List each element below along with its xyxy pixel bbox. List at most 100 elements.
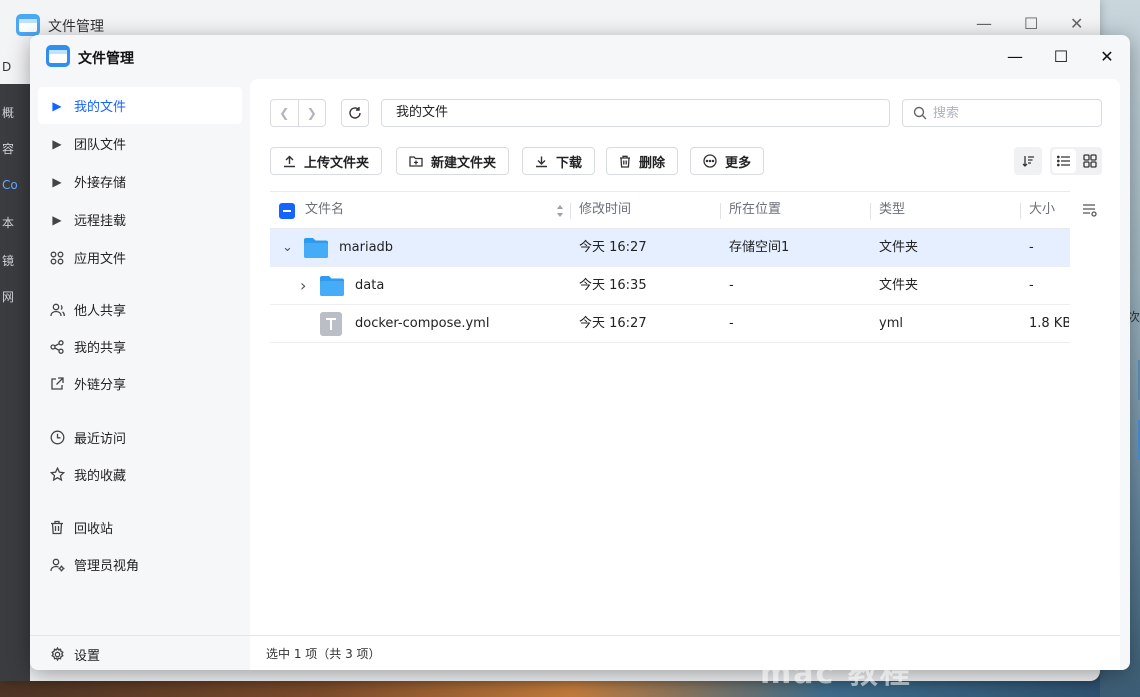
sidebar-item-label: 我的收藏: [74, 469, 127, 484]
trash-icon: [619, 155, 631, 168]
list-view-button[interactable]: [1052, 149, 1076, 173]
table-row[interactable]: ⌄ mariadb 今天 16:27 存储空间1 文件夹 -: [270, 229, 1070, 267]
search-icon: [913, 106, 927, 120]
file-type: 文件夹: [879, 240, 919, 255]
main-panel: ❮ ❯ 我的文件 上传文件夹 新建文件夹 下载 删除 更多: [250, 79, 1120, 670]
file-location: -: [729, 316, 734, 331]
window-titlebar[interactable]: 文件管理 — ☐ ✕: [30, 35, 1130, 79]
file-manager-window: 文件管理 — ☐ ✕ ▶ 我的文件 ▶ 团队文件 ▶ 外接存储 ▶ 远程挂载 应…: [30, 35, 1130, 670]
file-modified: 今天 16:27: [579, 316, 647, 331]
download-icon: [535, 155, 548, 168]
sort-button[interactable]: [1014, 147, 1042, 175]
background-sidebar-item[interactable]: 容: [0, 140, 30, 160]
file-modified: 今天 16:35: [579, 278, 647, 293]
sidebar-item-label: 他人共享: [74, 304, 127, 319]
background-close-button[interactable]: ✕: [1070, 14, 1083, 33]
file-manager-app-icon: [46, 45, 70, 67]
background-sidebar-item[interactable]: 本: [0, 214, 30, 234]
sidebar-item-recycle-bin[interactable]: 回收站: [38, 509, 242, 546]
sort-arrows-icon[interactable]: [556, 204, 564, 218]
minimize-button[interactable]: —: [999, 41, 1031, 71]
collapse-chevron-icon[interactable]: ⌄: [282, 229, 293, 267]
background-sidebar-item[interactable]: 网: [0, 288, 30, 308]
refresh-icon: [349, 107, 361, 119]
caret-right-icon: ▶: [52, 174, 62, 189]
sidebar-item-team-files[interactable]: ▶ 团队文件: [38, 125, 242, 162]
close-button[interactable]: ✕: [1091, 41, 1123, 71]
share-icon: [48, 338, 66, 356]
column-header-location[interactable]: 所在位置: [729, 192, 781, 230]
sidebar-item-remote-mount[interactable]: ▶ 远程挂载: [38, 201, 242, 238]
file-location: 存储空间1: [729, 240, 790, 255]
sidebar-item-label: 外链分享: [74, 378, 127, 393]
maximize-icon: ☐: [1053, 46, 1069, 66]
path-bar[interactable]: 我的文件: [381, 99, 890, 127]
table-row[interactable]: › data 今天 16:35 - 文件夹 -: [270, 267, 1070, 305]
external-link-icon: [48, 375, 66, 393]
new-folder-button[interactable]: 新建文件夹: [396, 147, 510, 175]
column-header-type[interactable]: 类型: [879, 192, 905, 230]
sidebar-item-label: 我的共享: [74, 341, 127, 356]
column-settings-icon[interactable]: [1082, 203, 1098, 217]
refresh-button[interactable]: [341, 99, 369, 127]
upload-folder-label: 上传文件夹: [304, 155, 370, 171]
upload-icon: [283, 155, 296, 168]
search-box[interactable]: [902, 99, 1102, 127]
sidebar-item-my-shares[interactable]: 我的共享: [38, 328, 242, 365]
background-sidebar-item[interactable]: D: [0, 60, 30, 80]
column-header-modified[interactable]: 修改时间: [579, 192, 631, 230]
file-table: 文件名 修改时间 所在位置 类型 大小 ⌄ mariadb 今天 16:27 存…: [270, 191, 1070, 343]
upload-folder-button[interactable]: 上传文件夹: [270, 147, 383, 175]
clock-icon: [48, 429, 66, 447]
folder-icon: [304, 238, 328, 258]
background-sidebar-item[interactable]: 镜: [0, 252, 30, 272]
background-minimize-button[interactable]: —: [976, 14, 992, 33]
table-row[interactable]: docker-compose.yml 今天 16:27 - yml 1.8 KB: [270, 305, 1070, 343]
download-label: 下载: [556, 155, 583, 171]
file-size: -: [1029, 240, 1034, 255]
column-header-name[interactable]: 文件名: [305, 192, 344, 230]
forward-button[interactable]: ❯: [299, 100, 326, 126]
sidebar-item-external-link-share[interactable]: 外链分享: [38, 365, 242, 402]
folder-icon: [320, 276, 344, 296]
sidebar-item-app-files[interactable]: 应用文件: [38, 239, 242, 276]
view-switcher: [1050, 147, 1102, 175]
column-header-size[interactable]: 大小: [1029, 192, 1055, 230]
sidebar-item-label: 应用文件: [74, 252, 127, 267]
sidebar: ▶ 我的文件 ▶ 团队文件 ▶ 外接存储 ▶ 远程挂载 应用文件 他人共享 我的…: [30, 79, 250, 670]
maximize-button[interactable]: ☐: [1045, 41, 1077, 71]
sidebar-item-favorites[interactable]: 我的收藏: [38, 456, 242, 493]
download-button[interactable]: 下载: [522, 147, 596, 175]
star-icon: [48, 466, 66, 484]
search-input[interactable]: [933, 105, 1083, 121]
file-name: docker-compose.yml: [355, 316, 490, 331]
file-size: -: [1029, 278, 1034, 293]
file-type: 文件夹: [879, 278, 919, 293]
background-sidebar-item[interactable]: Co: [0, 178, 30, 198]
more-button[interactable]: 更多: [690, 147, 765, 175]
sidebar-item-external-storage[interactable]: ▶ 外接存储: [38, 163, 242, 200]
background-sidebar-item[interactable]: 概: [0, 104, 30, 124]
delete-label: 删除: [639, 155, 666, 171]
select-all-checkbox[interactable]: [279, 203, 295, 219]
sidebar-item-admin-view[interactable]: 管理员视角: [38, 546, 242, 583]
column-separator: [1020, 203, 1021, 219]
file-modified: 今天 16:27: [579, 240, 647, 255]
background-sidebar: D 概 容 Co 本 镜 网: [0, 56, 30, 681]
sidebar-footer: 设置: [30, 635, 250, 670]
background-maximize-button[interactable]: ☐: [1024, 14, 1038, 33]
sidebar-item-label: 外接存储: [74, 176, 127, 191]
caret-right-icon: ▶: [52, 212, 62, 227]
close-icon: ✕: [1100, 46, 1114, 66]
column-separator: [720, 203, 721, 219]
back-button[interactable]: ❮: [271, 100, 299, 126]
sidebar-item-shared-with-me[interactable]: 他人共享: [38, 291, 242, 328]
expand-chevron-icon[interactable]: ›: [300, 267, 306, 305]
sidebar-item-recent[interactable]: 最近访问: [38, 419, 242, 456]
grid-view-button[interactable]: [1078, 147, 1102, 175]
sidebar-item-my-files[interactable]: ▶ 我的文件: [38, 87, 242, 124]
sidebar-item-label: 管理员视角: [74, 559, 140, 574]
delete-button[interactable]: 删除: [606, 147, 679, 175]
settings-button[interactable]: 设置: [38, 636, 242, 670]
window-title: 文件管理: [78, 51, 134, 67]
